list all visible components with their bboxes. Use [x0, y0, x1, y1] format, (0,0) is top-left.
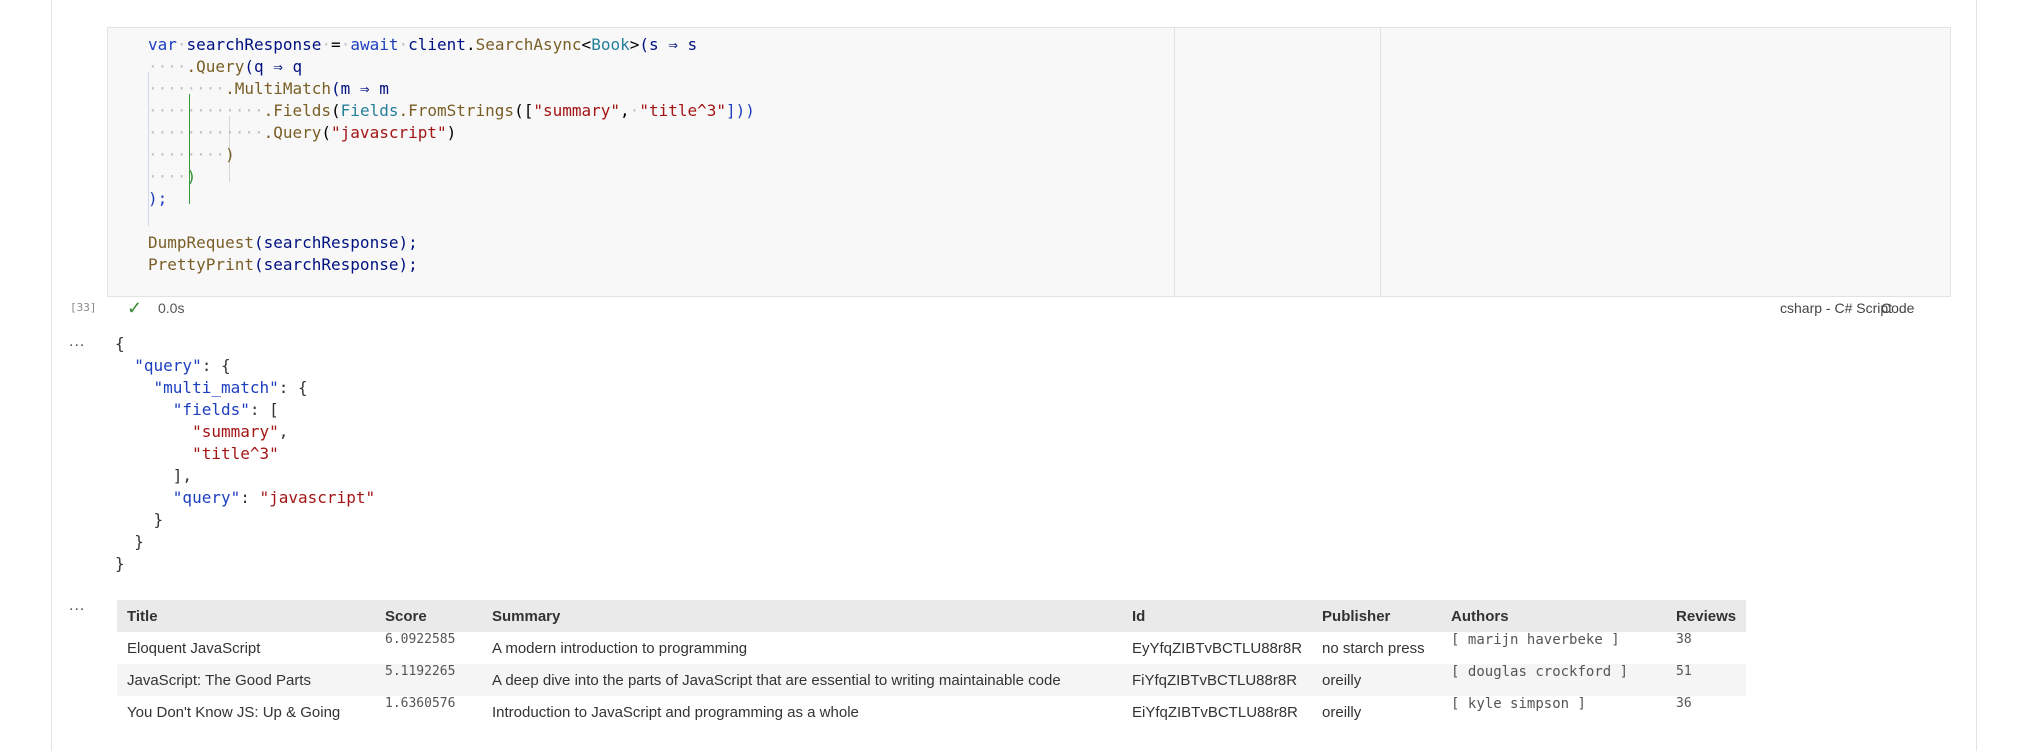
cell-summary: A deep dive into the parts of JavaScript… [482, 664, 1122, 696]
table-row: You Don't Know JS: Up & Going 1.6360576 … [117, 696, 1746, 728]
code-line: ············.Query("javascript") [148, 123, 457, 142]
execution-count: [33] [70, 301, 97, 314]
cell-score: 5.1192265 [375, 664, 482, 696]
cell-title: JavaScript: The Good Parts [117, 664, 375, 696]
notebook-right-border [1976, 0, 1977, 751]
cell-kind-toggle[interactable]: Code [1881, 300, 1914, 316]
code-cell-editor[interactable]: var·searchResponse·=·await·client.Search… [107, 27, 1951, 297]
column-header-title: Title [117, 600, 375, 632]
json-line: "query": "javascript" [172, 488, 376, 507]
column-header-publisher: Publisher [1312, 600, 1442, 632]
cell-authors: [ kyle simpson ] [1451, 696, 1586, 712]
code-line: PrettyPrint(searchResponse); [148, 255, 418, 274]
table-header-row: Title Score Summary Id Publisher Authors… [117, 600, 1747, 632]
results-table: Title Score Summary Id Publisher Authors… [117, 600, 1747, 728]
code-line: ········.MultiMatch(m ⇒ m [148, 79, 389, 98]
cell-id: FiYfqZIBTvBCTLU88r8R [1122, 664, 1313, 696]
column-header-authors: Authors [1441, 600, 1667, 632]
column-header-summary: Summary [482, 600, 1122, 632]
cell-authors: [ douglas crockford ] [1441, 664, 1667, 696]
cell-score: 6.0922585 [385, 632, 456, 647]
column-header-id: Id [1122, 600, 1313, 632]
json-line: ], [115, 466, 193, 485]
cell-title: Eloquent JavaScript [127, 639, 261, 657]
code-line: ); [148, 189, 168, 208]
language-picker[interactable]: csharp - C# Script [1780, 300, 1892, 316]
cell-summary: A modern introduction to programming [492, 639, 748, 657]
cell-reviews: 38 [1676, 632, 1692, 647]
cell-id: EyYfqZIBTvBCTLU88r8R [1132, 639, 1303, 657]
json-line: "fields": [ [172, 400, 279, 419]
cell-publisher: oreilly [1322, 703, 1362, 721]
cell-status-bar: [33] ✓ 0.0s csharp - C# Script Code [0, 297, 1960, 319]
code-line: DumpRequest(searchResponse); [148, 233, 418, 252]
cell-title: You Don't Know JS: Up & Going [127, 703, 341, 721]
cell-reviews: 51 [1666, 664, 1747, 696]
table-row: JavaScript: The Good Parts 5.1192265 A d… [117, 664, 1747, 696]
json-line: "summary", [192, 422, 289, 441]
code-line: ············.Fields(Fields.FromStrings([… [148, 101, 755, 120]
code-line: ····) [148, 167, 197, 186]
check-icon: ✓ [127, 298, 143, 318]
cell-authors: [ marijn haverbeke ] [1451, 632, 1620, 648]
column-header-reviews: Reviews [1666, 600, 1747, 632]
json-output: { "query": { "multi_match": { "fields": … [115, 333, 375, 575]
json-line: { [115, 334, 125, 353]
output-more-button[interactable]: ... [69, 333, 85, 351]
json-line: } [115, 532, 144, 551]
json-line: } [115, 510, 164, 529]
json-line: "multi_match": { [153, 378, 308, 397]
editor-ruler [1380, 28, 1381, 296]
code-line: ····.Query(q ⇒ q [148, 57, 303, 76]
execution-duration: 0.0s [158, 300, 185, 316]
code-line: ········) [148, 145, 235, 164]
code-line: var·searchResponse·=·await·client.Search… [148, 35, 698, 54]
column-header-score: Score [375, 600, 482, 632]
cell-publisher: oreilly [1312, 664, 1442, 696]
json-line: "title^3" [192, 444, 279, 463]
cell-reviews: 36 [1676, 696, 1692, 711]
notebook-left-border [51, 0, 52, 751]
cell-score: 1.6360576 [385, 696, 456, 711]
cell-id: EiYfqZIBTvBCTLU88r8R [1132, 703, 1298, 721]
cell-publisher: no starch press [1322, 639, 1425, 657]
json-line: "query": { [134, 356, 231, 375]
editor-ruler [1174, 28, 1175, 296]
cell-summary: Introduction to JavaScript and programmi… [492, 703, 859, 721]
json-line: } [115, 554, 125, 573]
output-more-button[interactable]: ... [69, 597, 85, 615]
table-row: Eloquent JavaScript 6.0922585 A modern i… [117, 632, 1746, 664]
